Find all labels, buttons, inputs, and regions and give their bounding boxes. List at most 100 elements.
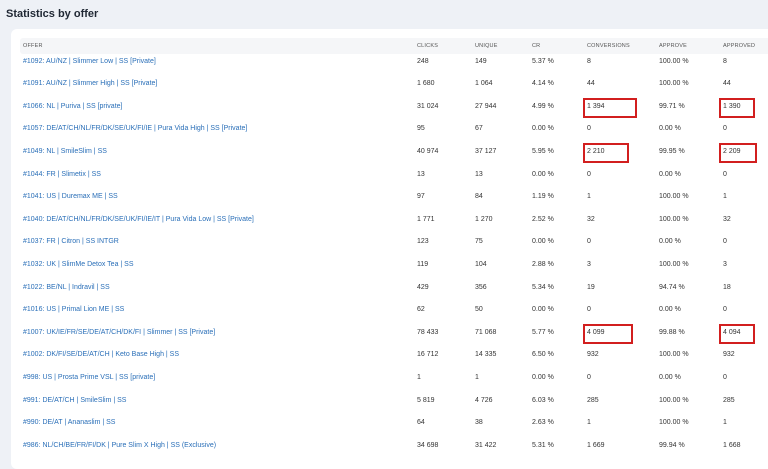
col-clicks-cell: 78 433: [417, 328, 439, 336]
offer-link[interactable]: #1041: US | Duremax ME | SS: [23, 193, 118, 200]
col-approve-header[interactable]: APPROVE: [659, 43, 687, 49]
col-offer-header[interactable]: OFFER: [23, 43, 43, 49]
col-unique-cell: 356: [475, 283, 487, 291]
table-row: #1022: BE/NL | Indravil | SS 429 356 5.34 %…: [11, 278, 768, 301]
col-unique-cell: 27 944: [475, 102, 497, 110]
offer-link[interactable]: #1040: DE/AT/CH/NL/FR/DK/SE/UK/FI/IE/IT …: [23, 216, 254, 223]
col-approve-cell: 100.00 %: [659, 419, 689, 427]
highlight-box: [583, 142, 629, 163]
col-approved-cell: 1: [723, 193, 727, 201]
offer-link[interactable]: #1044: FR | Slimetix | SS: [23, 171, 101, 178]
col-unique-cell: 71 068: [475, 328, 497, 336]
col-cr-cell: 2.52 %: [532, 215, 554, 223]
highlight-box: [583, 323, 633, 344]
highlight-box: [583, 97, 637, 118]
offer-link[interactable]: #991: DE/AT/CH | SmileSlim | SS: [23, 397, 126, 404]
table-row: #1066: NL | Puriva | SS [private] 31 024 2…: [11, 97, 768, 120]
col-conversions-cell: 285: [587, 396, 599, 404]
table-row: #998: US | Prosta Prime VSL | SS [privat…: [11, 368, 768, 391]
col-cr-cell: 5.31 %: [532, 441, 554, 449]
col-clicks-cell: 95: [417, 125, 425, 133]
offer-link[interactable]: #1037: FR | Citron | SS INTGR: [23, 238, 119, 245]
offer-link[interactable]: #998: US | Prosta Prime VSL | SS [privat…: [23, 374, 155, 381]
table-row: #1057: DE/AT/CH/NL/FR/DK/SE/UK/FI/IE | P…: [11, 119, 768, 142]
offer-link[interactable]: #1032: UK | SlimMe Detox Tea | SS: [23, 261, 134, 268]
col-unique-cell: 13: [475, 170, 483, 178]
offer-link[interactable]: #990: DE/AT | Ananaslim | SS: [23, 419, 115, 426]
offer-link[interactable]: #1066: NL | Puriva | SS [private]: [23, 103, 122, 110]
offer-link[interactable]: #986: NL/CH/BE/FR/FI/DK | Pure Slim X Hi…: [23, 442, 216, 449]
offer-link[interactable]: #1007: UK/IE/FR/SE/DE/AT/CH/DK/FI | Slim…: [23, 329, 215, 336]
col-cr-header[interactable]: CR: [532, 43, 540, 49]
col-approved-cell: 8: [723, 57, 727, 65]
col-conversions-cell: 0: [587, 306, 591, 314]
offer-link[interactable]: #1049: NL | SmileSlim | SS: [23, 148, 107, 155]
col-cr-cell: 5.95 %: [532, 147, 554, 155]
col-clicks-header[interactable]: CLICKS: [417, 43, 438, 49]
col-clicks-cell: 1 680: [417, 80, 435, 88]
col-approve-cell: 100.00 %: [659, 57, 689, 65]
col-approved-cell: 0: [723, 170, 727, 178]
col-unique-cell: 75: [475, 238, 483, 246]
col-approve-cell: 100.00 %: [659, 396, 689, 404]
col-conversions-cell: 19: [587, 283, 595, 291]
col-cr-cell: 4.99 %: [532, 102, 554, 110]
col-approve-cell: 0.00 %: [659, 373, 681, 381]
col-clicks-cell: 248: [417, 57, 429, 65]
highlight-box: [719, 323, 755, 344]
col-unique-cell: 1 270: [475, 215, 493, 223]
col-cr-cell: 6.03 %: [532, 396, 554, 404]
highlight-box: [719, 142, 757, 163]
col-conversions-cell: 3: [587, 260, 591, 268]
col-unique-header[interactable]: UNIQUE: [475, 43, 498, 49]
col-cr-cell: 5.34 %: [532, 283, 554, 291]
offer-link[interactable]: #1002: DK/FI/SE/DE/AT/CH | Keto Base Hig…: [23, 351, 179, 358]
col-unique-cell: 14 335: [475, 351, 497, 359]
col-approved-cell: 1: [723, 419, 727, 427]
col-conversions-cell: 1: [587, 193, 591, 201]
col-approved-cell: 0: [723, 125, 727, 133]
col-clicks-cell: 64: [417, 419, 425, 427]
col-conversions-cell: 32: [587, 215, 595, 223]
col-clicks-cell: 5 819: [417, 396, 435, 404]
col-approve-cell: 0.00 %: [659, 170, 681, 178]
col-approve-cell: 0.00 %: [659, 125, 681, 133]
table-row: #1037: FR | Citron | SS INTGR 123 75 0.00 %…: [11, 232, 768, 255]
col-approve-cell: 99.88 %: [659, 328, 685, 336]
col-cr-cell: 4.14 %: [532, 80, 554, 88]
col-approve-cell: 100.00 %: [659, 80, 689, 88]
offer-link[interactable]: #1092: AU/NZ | Slimmer Low | SS [Private…: [23, 58, 156, 65]
offer-link[interactable]: #1057: DE/AT/CH/NL/FR/DK/SE/UK/FI/IE | P…: [23, 125, 247, 132]
col-cr-cell: 5.77 %: [532, 328, 554, 336]
offer-link[interactable]: #1016: US | Primal Lion ME | SS: [23, 306, 124, 313]
offer-link[interactable]: #1022: BE/NL | Indravil | SS: [23, 284, 110, 291]
col-approve-cell: 0.00 %: [659, 306, 681, 314]
col-conversions-cell: 932: [587, 351, 599, 359]
col-cr-cell: 0.00 %: [532, 306, 554, 314]
col-cr-cell: 6.50 %: [532, 351, 554, 359]
col-unique-cell: 67: [475, 125, 483, 133]
statistics-table-card: OFFER CLICKS UNIQUE CR CONVERSIONS APPROVE APP…: [11, 29, 768, 469]
col-approved-cell: 18: [723, 283, 731, 291]
col-conversions-cell: 0: [587, 373, 591, 381]
col-unique-cell: 1 064: [475, 80, 493, 88]
col-cr-cell: 5.37 %: [532, 57, 554, 65]
col-conversions-cell: 0: [587, 238, 591, 246]
col-approve-cell: 100.00 %: [659, 215, 689, 223]
col-clicks-cell: 429: [417, 283, 429, 291]
col-clicks-cell: 119: [417, 260, 429, 268]
col-unique-cell: 149: [475, 57, 487, 65]
col-unique-cell: 84: [475, 193, 483, 201]
offer-link[interactable]: #1091: AU/NZ | Slimmer High | SS [Privat…: [23, 80, 157, 87]
col-cr-cell: 2.88 %: [532, 260, 554, 268]
col-conversions-header[interactable]: CONVERSIONS: [587, 43, 630, 49]
col-approved-header[interactable]: APPROVED: [723, 43, 755, 49]
col-approve-cell: 99.95 %: [659, 147, 685, 155]
col-cr-cell: 0.00 %: [532, 170, 554, 178]
col-approve-cell: 94.74 %: [659, 283, 685, 291]
col-approved-cell: 0: [723, 306, 727, 314]
col-cr-cell: 0.00 %: [532, 125, 554, 133]
col-clicks-cell: 34 698: [417, 441, 439, 449]
col-clicks-cell: 40 974: [417, 147, 439, 155]
col-approved-cell: 932: [723, 351, 735, 359]
